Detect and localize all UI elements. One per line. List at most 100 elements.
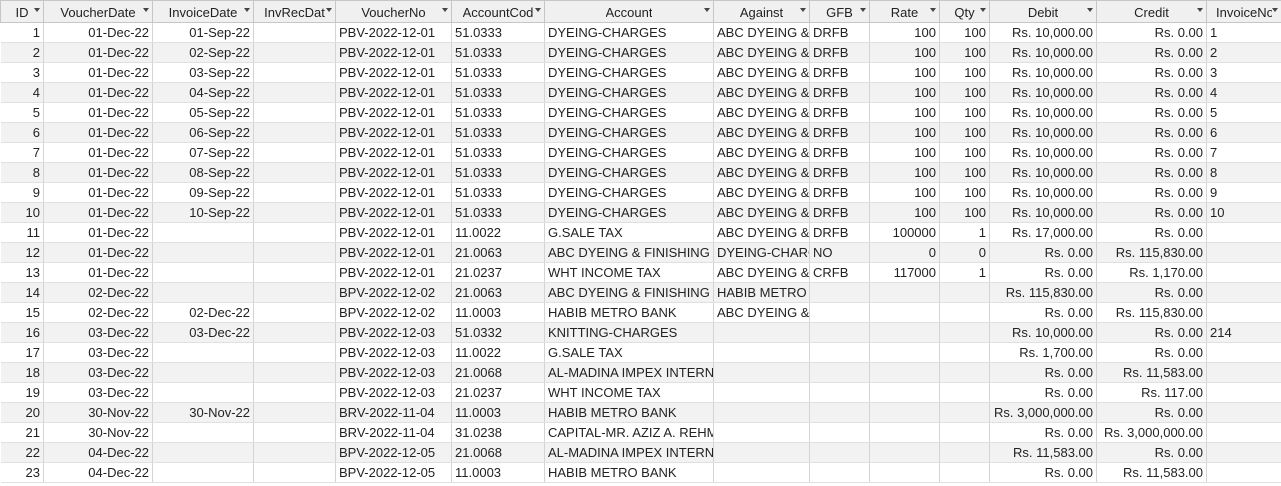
cell-invoice-date[interactable]: 02-Sep-22 [152,42,254,63]
cell-debit[interactable]: Rs. 10,000.00 [989,22,1097,43]
cell-id[interactable]: 19 [0,382,44,403]
column-header-voucher-no[interactable]: VoucherNo [335,0,452,23]
cell-rate[interactable] [869,302,940,323]
cell-qty[interactable] [939,462,990,483]
cell-voucher-no[interactable]: PBV-2022-12-01 [335,262,452,283]
cell-debit[interactable]: Rs. 115,830.00 [989,282,1097,303]
cell-debit[interactable]: Rs. 0.00 [989,382,1097,403]
cell-account[interactable]: DYEING-CHARGES [544,142,714,163]
cell-qty[interactable]: 100 [939,62,990,83]
cell-against[interactable] [713,322,810,343]
table-row[interactable]: 21 30-Nov-22 BRV-2022-11-04 31.0238 CAPITAL-… [0,422,1281,443]
cell-qty[interactable]: 100 [939,162,990,183]
cell-debit[interactable]: Rs. 0.00 [989,422,1097,443]
cell-against[interactable]: ABC DYEING & [713,42,810,63]
cell-invoice-date[interactable] [152,262,254,283]
cell-account-code[interactable]: 21.0237 [451,382,545,403]
cell-account-code[interactable]: 51.0333 [451,202,545,223]
cell-credit[interactable]: Rs. 0.00 [1096,22,1207,43]
cell-voucher-date[interactable]: 30-Nov-22 [43,402,153,423]
cell-inv-rec-date[interactable] [253,422,336,443]
cell-invoice-no[interactable] [1206,342,1281,363]
cell-against[interactable] [713,342,810,363]
cell-invoice-no[interactable] [1206,462,1281,483]
cell-credit[interactable]: Rs. 0.00 [1096,82,1207,103]
cell-invoice-date[interactable]: 04-Sep-22 [152,82,254,103]
cell-rate[interactable]: 100 [869,42,940,63]
cell-inv-rec-date[interactable] [253,242,336,263]
cell-account[interactable]: DYEING-CHARGES [544,182,714,203]
cell-account[interactable]: DYEING-CHARGES [544,22,714,43]
cell-debit[interactable]: Rs. 3,000,000.00 [989,402,1097,423]
table-row[interactable]: 20 30-Nov-22 30-Nov-22 BRV-2022-11-04 11.000… [0,402,1281,423]
cell-invoice-no[interactable]: 3 [1206,62,1281,83]
cell-id[interactable]: 2 [0,42,44,63]
cell-invoice-no[interactable]: 1 [1206,22,1281,43]
cell-gfb[interactable] [809,302,870,323]
cell-invoice-no[interactable]: 7 [1206,142,1281,163]
cell-debit[interactable]: Rs. 10,000.00 [989,162,1097,183]
cell-id[interactable]: 9 [0,182,44,203]
cell-rate[interactable]: 100 [869,22,940,43]
cell-account-code[interactable]: 11.0022 [451,222,545,243]
cell-voucher-no[interactable]: PBV-2022-12-01 [335,162,452,183]
cell-voucher-no[interactable]: PBV-2022-12-01 [335,22,452,43]
cell-inv-rec-date[interactable] [253,82,336,103]
cell-against[interactable]: ABC DYEING & [713,222,810,243]
cell-qty[interactable]: 100 [939,82,990,103]
cell-voucher-no[interactable]: PBV-2022-12-03 [335,342,452,363]
cell-qty[interactable] [939,302,990,323]
cell-voucher-no[interactable]: BPV-2022-12-02 [335,282,452,303]
cell-debit[interactable]: Rs. 17,000.00 [989,222,1097,243]
cell-inv-rec-date[interactable] [253,302,336,323]
cell-voucher-date[interactable]: 01-Dec-22 [43,22,153,43]
table-row[interactable]: 3 01-Dec-22 03-Sep-22 PBV-2022-12-01 51.0333… [0,62,1281,83]
cell-account[interactable]: HABIB METRO BANK [544,462,714,483]
cell-debit[interactable]: Rs. 0.00 [989,462,1097,483]
cell-qty[interactable] [939,382,990,403]
cell-voucher-no[interactable]: PBV-2022-12-01 [335,102,452,123]
cell-against[interactable]: ABC DYEING & [713,302,810,323]
cell-credit[interactable]: Rs. 0.00 [1096,282,1207,303]
cell-account[interactable]: ABC DYEING & FINISHING [544,242,714,263]
cell-invoice-date[interactable] [152,282,254,303]
cell-rate[interactable]: 100 [869,62,940,83]
table-row[interactable]: 7 01-Dec-22 07-Sep-22 PBV-2022-12-01 51.0333… [0,142,1281,163]
cell-qty[interactable]: 100 [939,182,990,203]
cell-invoice-date[interactable]: 09-Sep-22 [152,182,254,203]
cell-rate[interactable]: 100 [869,82,940,103]
cell-invoice-no[interactable] [1206,402,1281,423]
cell-account-code[interactable]: 51.0333 [451,182,545,203]
cell-credit[interactable]: Rs. 0.00 [1096,202,1207,223]
cell-qty[interactable] [939,282,990,303]
cell-credit[interactable]: Rs. 117.00 [1096,382,1207,403]
cell-account-code[interactable]: 51.0332 [451,322,545,343]
cell-invoice-no[interactable] [1206,362,1281,383]
cell-debit[interactable]: Rs. 0.00 [989,302,1097,323]
filter-dropdown-icon[interactable] [535,8,541,12]
cell-inv-rec-date[interactable] [253,182,336,203]
cell-invoice-date[interactable] [152,442,254,463]
cell-inv-rec-date[interactable] [253,442,336,463]
cell-voucher-date[interactable]: 01-Dec-22 [43,62,153,83]
cell-rate[interactable]: 100 [869,202,940,223]
cell-invoice-no[interactable] [1206,422,1281,443]
filter-dropdown-icon[interactable] [800,8,806,12]
cell-inv-rec-date[interactable] [253,202,336,223]
cell-inv-rec-date[interactable] [253,402,336,423]
cell-debit[interactable]: Rs. 11,583.00 [989,442,1097,463]
column-header-voucher-date[interactable]: VoucherDate [43,0,153,23]
cell-id[interactable]: 15 [0,302,44,323]
table-row[interactable]: 2 01-Dec-22 02-Sep-22 PBV-2022-12-01 51.0333… [0,42,1281,63]
cell-gfb[interactable] [809,342,870,363]
cell-voucher-date[interactable]: 01-Dec-22 [43,202,153,223]
cell-voucher-date[interactable]: 03-Dec-22 [43,362,153,383]
cell-qty[interactable] [939,322,990,343]
cell-voucher-date[interactable]: 02-Dec-22 [43,302,153,323]
cell-invoice-date[interactable]: 06-Sep-22 [152,122,254,143]
cell-account[interactable]: DYEING-CHARGES [544,122,714,143]
cell-qty[interactable] [939,362,990,383]
cell-rate[interactable]: 100 [869,142,940,163]
cell-voucher-no[interactable]: PBV-2022-12-01 [335,122,452,143]
table-row[interactable]: 13 01-Dec-22 PBV-2022-12-01 21.0237 WHT INCO… [0,262,1281,283]
